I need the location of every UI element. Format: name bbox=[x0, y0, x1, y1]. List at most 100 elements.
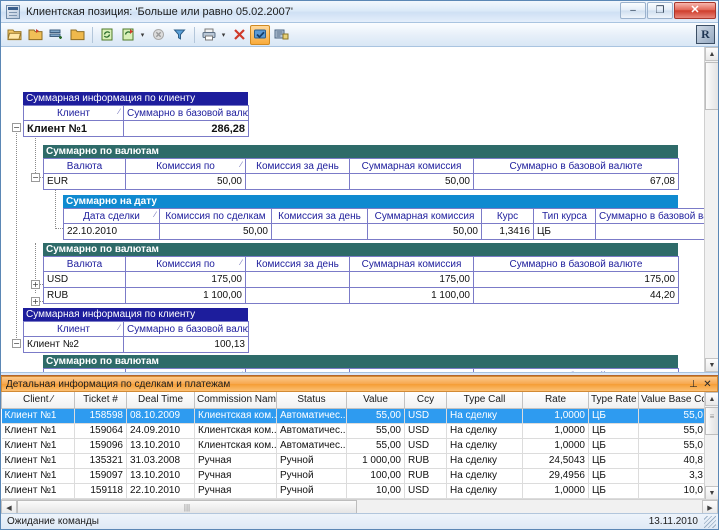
col-commission-day[interactable]: Комиссия за день bbox=[245, 368, 350, 372]
expander-usd[interactable]: + bbox=[31, 280, 40, 289]
cell-commission-day bbox=[245, 173, 350, 190]
col-base-total[interactable]: Суммарно в базовой валюте bbox=[123, 105, 249, 121]
date-summary-title: Суммарно на дату bbox=[63, 195, 678, 208]
table-row[interactable]: USD 175,00 175,00 175,00 bbox=[43, 271, 679, 288]
cell-commission-day bbox=[245, 287, 350, 304]
col-deal-time[interactable]: Deal Time bbox=[126, 392, 195, 409]
col-commission-name[interactable]: Commission Name bbox=[194, 392, 277, 409]
expander-eur-1[interactable]: − bbox=[31, 173, 40, 182]
cell-deal-time: 13.10.2010 bbox=[126, 438, 195, 454]
col-commission-day[interactable]: Комиссия за день bbox=[271, 208, 368, 224]
col-total-commission[interactable]: Суммарная комиссия bbox=[349, 368, 474, 372]
table-row[interactable]: Клиент №1 159064 24.09.2010 Клиентская к… bbox=[1, 423, 707, 439]
summary-scroll-thumb[interactable] bbox=[705, 62, 718, 110]
col-status[interactable]: Status bbox=[276, 392, 347, 409]
table-row[interactable]: Клиент №1 286,28 bbox=[23, 120, 249, 137]
scroll-up-arrow-icon[interactable]: ▲ bbox=[705, 47, 718, 61]
cell-ticket: 159096 bbox=[74, 438, 127, 454]
pin-icon[interactable]: ⊥ bbox=[688, 378, 699, 391]
settings-button[interactable] bbox=[271, 25, 291, 45]
table-header-row: Дата сделки ∕ Комиссия по сделкам Комисси… bbox=[63, 208, 704, 224]
col-commission-day[interactable]: Комиссия за день bbox=[245, 256, 350, 272]
open-folder-button[interactable] bbox=[4, 25, 24, 45]
col-client[interactable]: Client ∕ bbox=[1, 392, 75, 409]
col-ticket[interactable]: Ticket # bbox=[74, 392, 127, 409]
col-base-total[interactable]: Суммарно в базовой валюте bbox=[473, 256, 679, 272]
detail-vertical-scrollbar[interactable]: ▲ ▼ bbox=[704, 392, 718, 500]
col-commission-deals[interactable]: Комиссия по сделкам bbox=[159, 208, 272, 224]
apply-button[interactable] bbox=[250, 24, 270, 45]
col-commission-day[interactable]: Комиссия за день bbox=[245, 158, 350, 174]
col-rate-type[interactable]: Тип курса bbox=[533, 208, 596, 224]
table-header-row: Клиент ∕ Суммарно в базовой валюте bbox=[23, 321, 249, 337]
table-row[interactable]: Клиент №1 159096 13.10.2010 Клиентская к… bbox=[1, 438, 707, 454]
table-row[interactable]: 22.10.2010 50,00 50,00 1,3416 ЦБ 67,08 bbox=[63, 223, 704, 240]
expander-rub[interactable]: + bbox=[31, 297, 40, 306]
filter-button[interactable] bbox=[169, 25, 189, 45]
resize-grip-icon[interactable] bbox=[704, 516, 716, 528]
maximize-button[interactable]: ❐ bbox=[647, 2, 673, 19]
cell-client: Клиент №2 bbox=[23, 336, 124, 353]
refresh-all-button[interactable] bbox=[118, 25, 138, 45]
table-row[interactable]: Клиент №1 158598 08.10.2009 Клиентская к… bbox=[1, 408, 707, 424]
close-button[interactable]: ✕ bbox=[674, 2, 716, 19]
col-currency[interactable]: Валюта bbox=[43, 368, 126, 372]
cell-commission-name: Ручная bbox=[194, 468, 277, 484]
col-type-call[interactable]: Type Call bbox=[446, 392, 523, 409]
refresh-button[interactable] bbox=[97, 25, 117, 45]
scroll-down-arrow-icon[interactable]: ▼ bbox=[705, 358, 718, 372]
col-currency[interactable]: Валюта bbox=[43, 158, 126, 174]
col-value[interactable]: Value bbox=[346, 392, 405, 409]
col-total-commission[interactable]: Суммарная комиссия bbox=[349, 158, 474, 174]
table-row[interactable]: Клиент №1 159097 13.10.2010 Ручная Ручно… bbox=[1, 468, 707, 484]
table-row[interactable]: Клиент №2 100,13 bbox=[23, 336, 249, 353]
expander-client-2[interactable]: − bbox=[12, 339, 21, 348]
currency-summary-title-2: Суммарно по валютам bbox=[43, 243, 678, 256]
clear-filter-button[interactable] bbox=[229, 25, 249, 45]
col-commission-by[interactable]: Комиссия по∕ bbox=[125, 256, 246, 272]
col-rate[interactable]: Курс bbox=[481, 208, 534, 224]
refresh-dropdown-caret[interactable]: ▾ bbox=[139, 25, 146, 45]
minimize-button[interactable]: – bbox=[620, 2, 646, 19]
cell-value: 10,00 bbox=[346, 483, 405, 499]
table-row[interactable]: RUB 1 100,00 1 100,00 44,20 bbox=[43, 287, 679, 304]
close-icon[interactable]: ✕ bbox=[702, 378, 713, 391]
col-rate[interactable]: Rate bbox=[522, 392, 589, 409]
col-ccy[interactable]: Ccy bbox=[404, 392, 447, 409]
col-client[interactable]: Клиент ∕ bbox=[23, 321, 124, 337]
scroll-up-arrow-icon[interactable]: ▲ bbox=[705, 392, 718, 406]
status-bar: Ожидание команды 13.11.2010 bbox=[1, 513, 718, 529]
col-total-commission[interactable]: Суммарная комиссия bbox=[349, 256, 474, 272]
cell-value-base-ccy: 55,0 bbox=[638, 408, 707, 424]
export-button[interactable] bbox=[46, 25, 66, 45]
cancel-button[interactable] bbox=[148, 25, 168, 45]
report-icon[interactable]: R bbox=[696, 25, 715, 44]
col-commission-by[interactable]: Комиссия по∕ bbox=[125, 158, 246, 174]
print-dropdown-caret[interactable]: ▾ bbox=[220, 25, 227, 45]
col-base-total[interactable]: Суммарно в базовой валюте bbox=[123, 321, 249, 337]
table-row[interactable]: Клиент №1 159118 22.10.2010 Ручная Ручно… bbox=[1, 483, 707, 499]
col-total-commission[interactable]: Суммарная комиссия bbox=[367, 208, 482, 224]
col-type-rate[interactable]: Type Rate bbox=[588, 392, 639, 409]
title-bar: Клиентская позиция: 'Больше или равно 05… bbox=[1, 1, 718, 23]
new-folder-button[interactable] bbox=[25, 25, 45, 45]
expander-client-1[interactable]: − bbox=[12, 123, 21, 132]
summary-vertical-scrollbar[interactable]: ▲ ▼ bbox=[704, 47, 718, 372]
col-currency[interactable]: Валюта bbox=[43, 256, 126, 272]
col-client[interactable]: Клиент ∕ bbox=[23, 105, 124, 121]
scroll-down-arrow-icon[interactable]: ▼ bbox=[705, 486, 718, 500]
folder-button[interactable] bbox=[67, 25, 87, 45]
cell-type-rate: ЦБ bbox=[588, 408, 639, 424]
col-base-total[interactable]: Суммарно в базовой валюте bbox=[473, 368, 679, 372]
col-base-total[interactable]: Суммарно в базовой валюте bbox=[595, 208, 704, 224]
detail-scroll-thumb[interactable] bbox=[705, 407, 718, 435]
print-button[interactable] bbox=[199, 25, 219, 45]
cell-commission-name: Клиентская ком... bbox=[194, 408, 277, 424]
col-deal-date[interactable]: Дата сделки ∕ bbox=[63, 208, 160, 224]
col-commission-by[interactable]: Комиссия по∕ bbox=[125, 368, 246, 372]
table-row[interactable]: EUR 50,00 50,00 67,08 bbox=[43, 173, 679, 190]
col-value-base-ccy[interactable]: Value Base Ccy bbox=[638, 392, 707, 409]
table-row[interactable]: Клиент №1 135321 31.03.2008 Ручная Ручно… bbox=[1, 453, 707, 469]
col-base-total[interactable]: Суммарно в базовой валюте bbox=[473, 158, 679, 174]
detail-panel-header: Детальная информация по сделкам и платеж… bbox=[1, 376, 718, 392]
